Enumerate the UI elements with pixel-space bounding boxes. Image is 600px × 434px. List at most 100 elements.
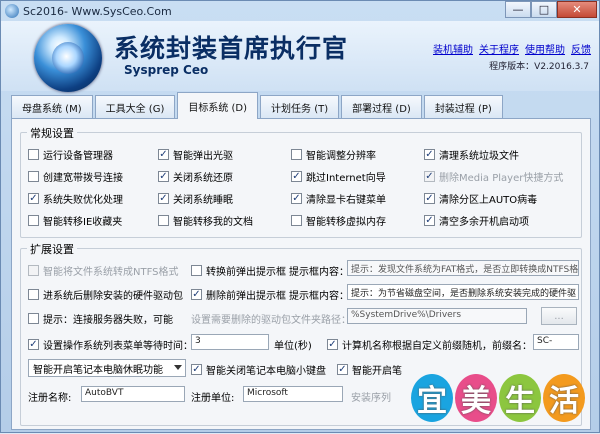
general-option-label: 跳过Internet向导 (306, 173, 386, 184)
server-fail-label: 提示：连接服务器失败，可能 (43, 315, 173, 326)
prompt1-box (191, 265, 202, 276)
general-option-checkbox[interactable]: ✓ 跳过Internet向导 (291, 169, 386, 184)
checkbox-box: ✓ (424, 149, 435, 160)
checkbox-box: ✓ (158, 193, 169, 204)
general-option-checkbox[interactable]: 智能转移我的文档 (158, 213, 253, 228)
remove-drivers-checkbox[interactable]: 进系统后删除安装的硬件驱动包 (28, 287, 183, 302)
general-option-checkbox[interactable]: ✓ 系统失败优化处理 (28, 191, 123, 206)
computer-name-checkbox[interactable]: ✓ 计算机名称根据自定义前缀随机，前缀名： (327, 337, 532, 352)
browse-button[interactable]: ... (541, 307, 577, 325)
general-option-checkbox[interactable]: ✓ 智能弹出光驱 (158, 147, 233, 162)
tab-packaging[interactable]: 封装过程 (P) (423, 95, 503, 119)
general-option-label: 关闭系统睡眠 (173, 195, 233, 206)
open-keyboard-box: ✓ (337, 364, 348, 375)
minimize-button[interactable]: — (505, 1, 531, 18)
prompt2-checkbox[interactable]: ✓ 删除前弹出提示框 (191, 287, 286, 302)
general-option-checkbox[interactable]: ✓ 清空多余开机启动项 (424, 213, 529, 228)
general-option-checkbox[interactable]: 运行设备管理器 (28, 147, 113, 162)
power-select[interactable]: 智能开启笔记本电脑休眠功能 (28, 359, 186, 377)
wait-time-box: ✓ (28, 339, 39, 350)
checkbox-box (28, 215, 39, 226)
reg-name-label: 注册名称: (28, 393, 72, 404)
tab-deployment[interactable]: 部署过程 (D) (341, 95, 422, 119)
prompt1-content-field[interactable]: 提示：发现文件系统为FAT格式，是否立即转换成NTFS格 (347, 260, 579, 276)
general-option-checkbox[interactable]: 创建宽带拨号连接 (28, 169, 123, 184)
wait-time-checkbox[interactable]: ✓ 设置操作系统列表菜单等待时间： (28, 337, 193, 352)
tab-target-system[interactable]: 目标系统 (D) (177, 92, 259, 119)
prompt2-content-field[interactable]: 提示：为节省磁盘空间，是否删除系统安装完成的硬件驱 (347, 284, 579, 300)
remove-drivers-label: 进系统后删除安装的硬件驱动包 (43, 291, 183, 302)
general-settings-group: 常规设置 运行设备管理器 ✓ 智能弹出光驱 智能调整分辨率 ✓ 清理系统垃圾文件创建宽带拨… (20, 125, 582, 238)
general-option-label: 智能转移虚拟内存 (306, 217, 386, 228)
title-bar[interactable]: Sc2016- Www.SysCeo.Com — □ ✕ (1, 1, 599, 21)
watermark-char: 美 (455, 373, 497, 422)
general-option-label: 清空多余开机启动项 (439, 217, 529, 228)
link-about[interactable]: 关于程序 (479, 41, 519, 56)
prompt2-label: 删除前弹出提示框 (206, 291, 286, 302)
checkbox-box: ✓ (28, 193, 39, 204)
general-option-label: 系统失败优化处理 (43, 195, 123, 206)
computer-name-label: 计算机名称根据自定义前缀随机，前缀名： (342, 341, 532, 352)
wait-time-label: 设置操作系统列表菜单等待时间： (43, 341, 193, 352)
ntfs-checkbox[interactable]: 智能将文件系统转成NTFS格式 (28, 263, 179, 278)
link-help[interactable]: 使用帮助 (525, 41, 565, 56)
app-icon (5, 4, 19, 18)
app-window: Sc2016- Www.SysCeo.Com — □ ✕ 系统封装首席执行官 S… (0, 0, 600, 433)
checkbox-box (291, 149, 302, 160)
general-option-checkbox[interactable]: 智能调整分辨率 (291, 147, 376, 162)
header-links: 装机辅助 关于程序 使用帮助 反馈 (433, 41, 591, 56)
general-option-label: 清除分区上AUTO病毒 (439, 195, 538, 206)
checkbox-box: ✓ (158, 171, 169, 182)
tab-master-system[interactable]: 母盘系统 (M) (11, 95, 93, 119)
open-keyboard-checkbox[interactable]: ✓ 智能开启笔 (337, 362, 402, 377)
general-option-checkbox[interactable]: ✓ 清除显卡右键菜单 (291, 191, 386, 206)
close-keyboard-box: ✓ (191, 364, 202, 375)
general-option-checkbox[interactable]: 智能转移虚拟内存 (291, 213, 386, 228)
extended-settings-title: 扩展设置 (27, 241, 77, 257)
driver-path-label: 设置需要删除的驱动包文件夹路径： (191, 315, 351, 326)
computer-name-box: ✓ (327, 339, 338, 350)
watermark-char: 生 (499, 373, 541, 422)
window-title: Sc2016- Www.SysCeo.Com (23, 4, 172, 18)
general-option-label: 清理系统垃圾文件 (439, 151, 519, 162)
checkbox-box (28, 171, 39, 182)
general-option-checkbox[interactable]: ✓ 关闭系统还原 (158, 169, 233, 184)
general-option-label: 运行设备管理器 (43, 151, 113, 162)
tab-scheduled-tasks[interactable]: 计划任务 (T) (260, 95, 340, 119)
ntfs-box (28, 265, 39, 276)
close-keyboard-label: 智能关闭笔记本电脑小键盘 (206, 366, 326, 377)
remove-drivers-box (28, 289, 39, 300)
server-fail-checkbox[interactable]: 提示：连接服务器失败，可能 (28, 311, 173, 326)
reg-name-field[interactable]: AutoBVT (81, 386, 185, 402)
wait-time-unit: 单位(秒) (274, 341, 312, 352)
checkbox-box: ✓ (424, 215, 435, 226)
general-option-checkbox[interactable]: ✓ 清理系统垃圾文件 (424, 147, 519, 162)
link-feedback[interactable]: 反馈 (571, 41, 591, 56)
tab-tools[interactable]: 工具大全 (G) (94, 95, 176, 119)
watermark-logo: 宜 美 生 活 (395, 361, 600, 434)
reg-unit-field[interactable]: Microsoft (243, 386, 343, 402)
checkbox-box: ✓ (158, 149, 169, 160)
logo-icon (34, 24, 102, 92)
prompt2-content-label: 提示框内容： (289, 291, 349, 302)
app-subtitle: Sysprep Ceo (124, 63, 209, 77)
checkbox-box (28, 149, 39, 160)
general-settings-title: 常规设置 (27, 125, 77, 141)
chevron-down-icon (174, 365, 182, 370)
driver-path-field[interactable]: %SystemDrive%\Drivers (347, 308, 527, 324)
general-option-checkbox[interactable]: ✓ 关闭系统睡眠 (158, 191, 233, 206)
close-keyboard-checkbox[interactable]: ✓ 智能关闭笔记本电脑小键盘 (191, 362, 326, 377)
general-option-label: 关闭系统还原 (173, 173, 233, 184)
ntfs-label: 智能将文件系统转成NTFS格式 (43, 267, 179, 278)
maximize-button[interactable]: □ (531, 1, 557, 18)
close-button[interactable]: ✕ (557, 1, 597, 18)
link-install-helper[interactable]: 装机辅助 (433, 41, 473, 56)
prefix-field[interactable]: SC- (533, 334, 579, 350)
watermark-char: 宜 (411, 373, 453, 422)
general-option-checkbox[interactable]: ✓ 删除Media Player快捷方式 (424, 169, 563, 184)
general-option-label: 删除Media Player快捷方式 (439, 173, 564, 184)
general-option-checkbox[interactable]: 智能转移IE收藏夹 (28, 213, 122, 228)
wait-time-field[interactable]: 3 (191, 334, 269, 350)
prompt1-checkbox[interactable]: 转换前弹出提示框 (191, 263, 286, 278)
general-option-checkbox[interactable]: ✓ 清除分区上AUTO病毒 (424, 191, 537, 206)
